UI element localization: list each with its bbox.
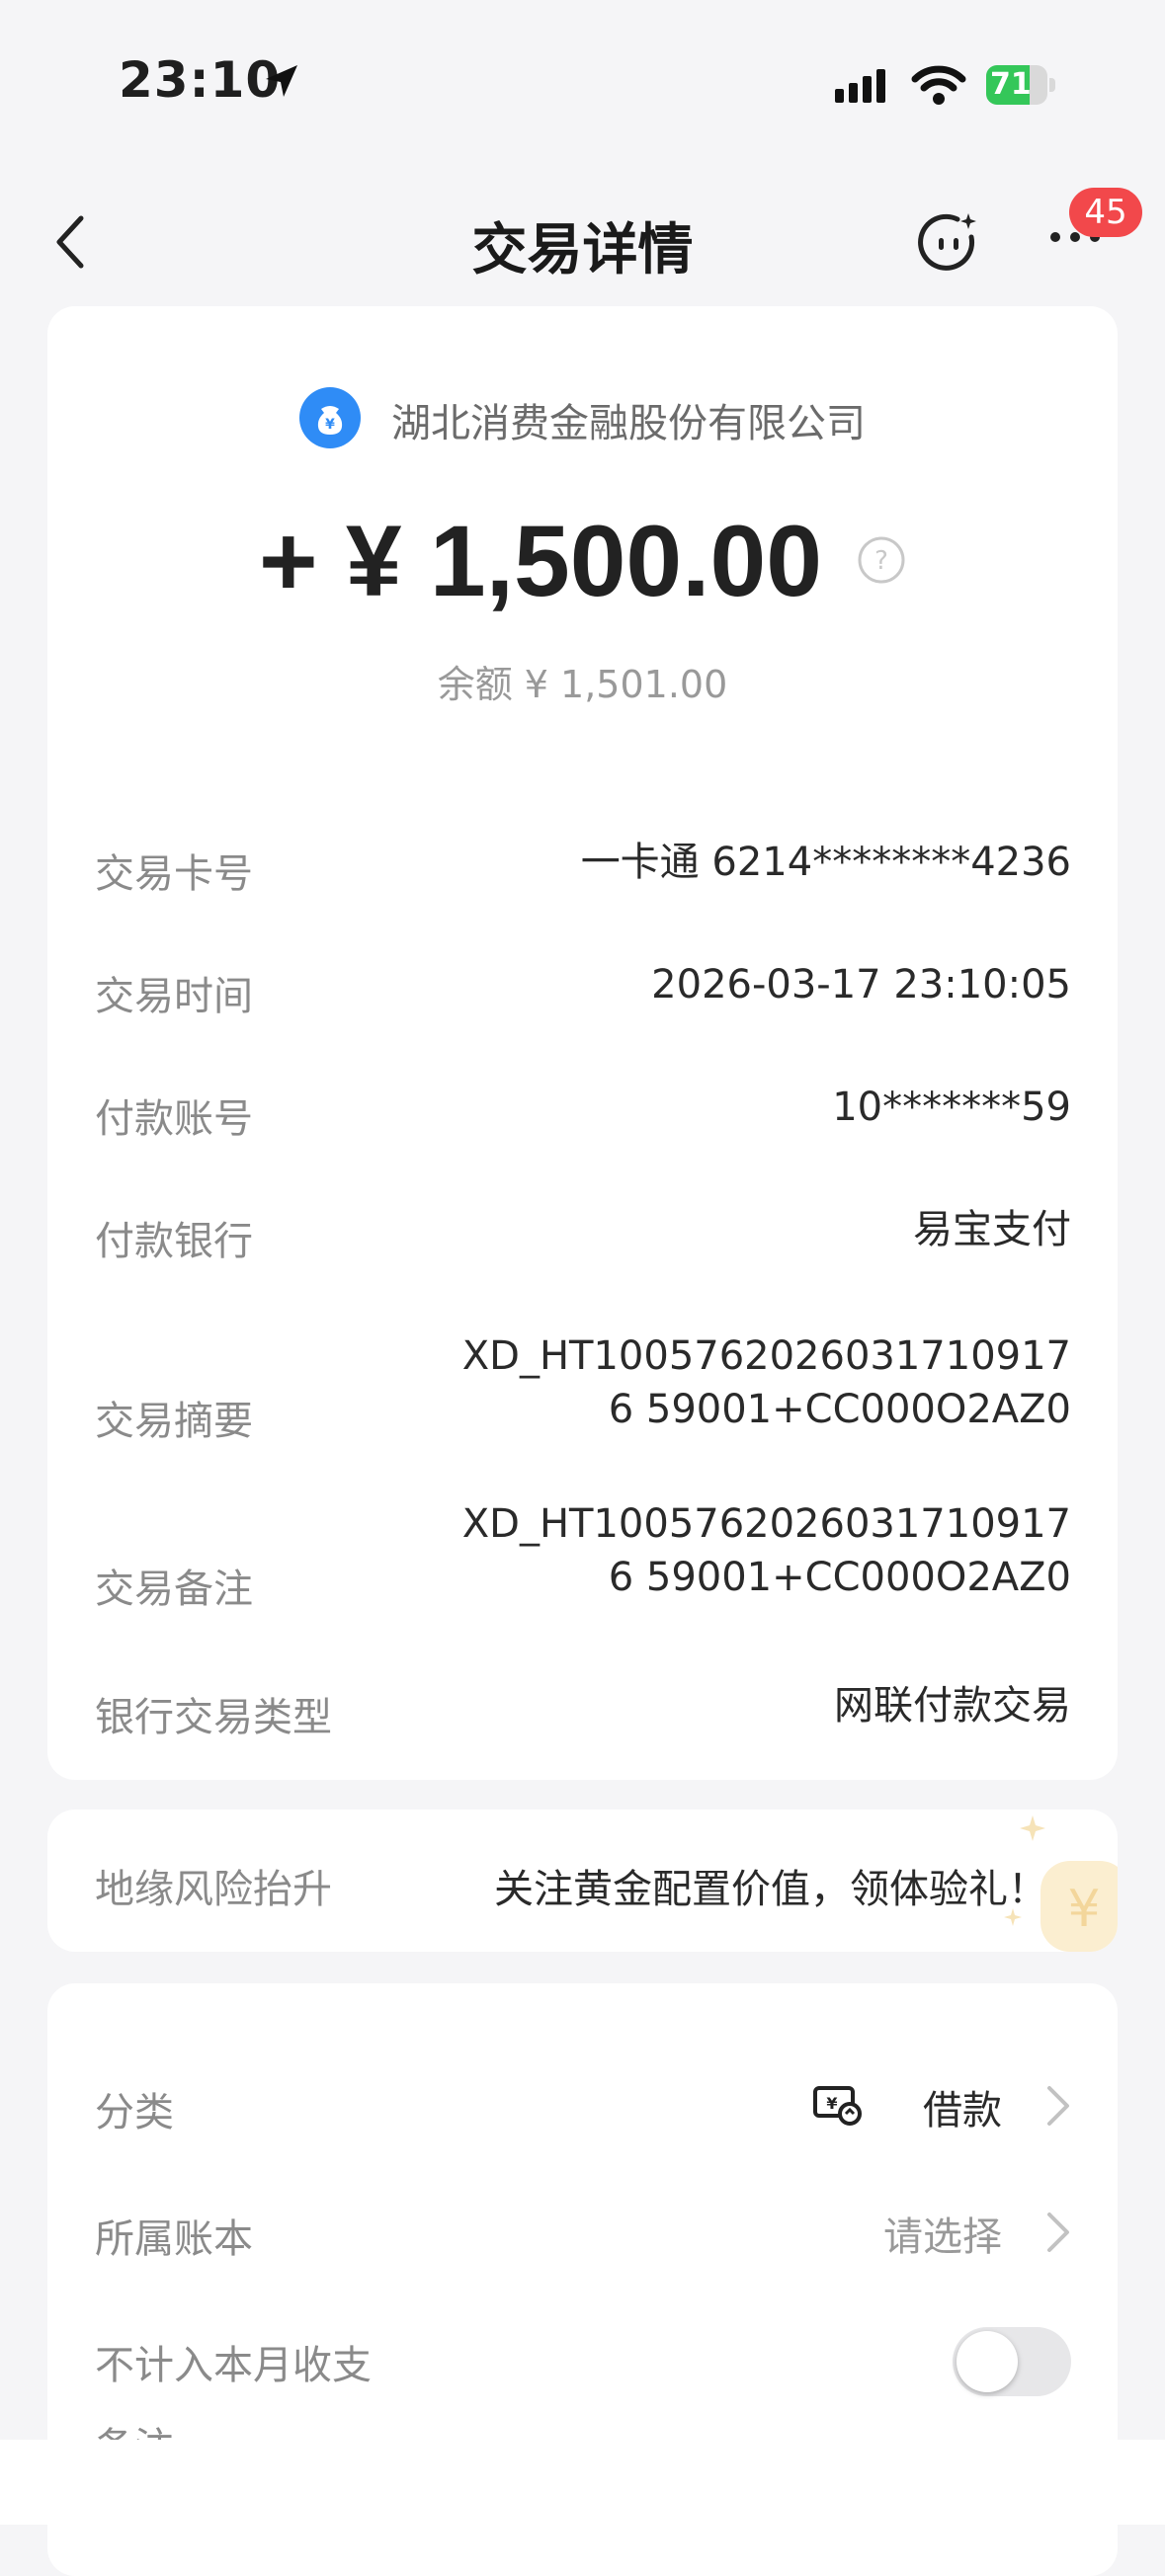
detail-value: XD_HT10057620260317109176 59001+CC000O2A… [461, 1501, 1071, 1600]
page-title: 交易详情 [471, 218, 694, 282]
exclude-month-row: 不计入本月收支 [95, 2313, 1071, 2402]
promo-label: 地缘风险抬升 [95, 1867, 332, 1912]
transaction-amount: + ¥ 1,500.00 [258, 505, 822, 617]
battery-text: 71 [990, 67, 1032, 102]
category-label: 分类 [95, 2090, 174, 2135]
promo-banner[interactable]: 地缘风险抬升 关注黄金配置价值，领体验礼！ ¥ [47, 1810, 1118, 1952]
chevron-right-icon [1045, 2084, 1071, 2132]
bottom-area [0, 2440, 1165, 2525]
signal-icon [835, 67, 894, 111]
detail-value: XD_HT10057620260317109176 59001+CC000O2A… [461, 1333, 1071, 1432]
loan-category-icon: ¥ [812, 2082, 864, 2130]
merchant-row: ¥ 湖北消费金融股份有限公司 [47, 387, 1118, 452]
assistant-icon[interactable] [914, 207, 985, 282]
help-icon[interactable]: ? [857, 535, 906, 589]
notification-badge: 45 [1069, 188, 1142, 237]
svg-text:¥: ¥ [826, 2094, 837, 2113]
money-bag-icon: ¥ [298, 387, 361, 452]
detail-value: 2026-03-17 23:10:05 [651, 962, 1071, 1007]
detail-label: 付款银行 [95, 1219, 253, 1264]
detail-value: 一卡通 6214********4236 [580, 840, 1071, 885]
detail-label: 交易摘要 [95, 1399, 253, 1444]
toggle-knob [957, 2331, 1018, 2392]
battery-icon: 71 [986, 65, 1057, 105]
chevron-right-icon [1045, 2211, 1071, 2258]
transaction-card: ¥ 湖北消费金融股份有限公司 + ¥ 1,500.00 ? 余额 ¥ 1,501… [47, 306, 1118, 1780]
nav-bar: 交易详情 45 [0, 168, 1165, 306]
exclude-month-toggle[interactable] [953, 2327, 1071, 2396]
wifi-icon [911, 63, 966, 111]
gold-coin-icon: ¥ [989, 1810, 1118, 1952]
promo-text: 关注黄金配置价值，领体验礼！ [494, 1867, 1047, 1912]
location-arrow-icon [262, 61, 301, 105]
status-time: 23:10 [119, 51, 282, 109]
svg-text:?: ? [874, 546, 888, 576]
exclude-month-label: 不计入本月收支 [95, 2343, 372, 2388]
detail-label: 银行交易类型 [95, 1695, 332, 1740]
detail-label: 交易时间 [95, 974, 253, 1019]
merchant-name: 湖北消费金融股份有限公司 [391, 401, 867, 446]
detail-label: 交易备注 [95, 1567, 253, 1612]
category-row[interactable]: 分类 ¥ 借款 [95, 2060, 1071, 2149]
amount-row: + ¥ 1,500.00 ? [47, 504, 1118, 619]
ledger-value: 请选择 [883, 2214, 1002, 2260]
detail-value: 10*******59 [832, 1085, 1071, 1130]
svg-text:¥: ¥ [325, 417, 335, 433]
detail-value: 易宝支付 [913, 1207, 1071, 1252]
ledger-row[interactable]: 所属账本 请选择 [95, 2187, 1071, 2276]
detail-value: 网联付款交易 [834, 1683, 1071, 1729]
detail-label: 交易卡号 [95, 851, 253, 897]
category-value: 借款 [923, 2088, 1002, 2133]
balance-text: 余额 ¥ 1,501.00 [437, 663, 728, 706]
detail-label: 付款账号 [95, 1096, 253, 1142]
svg-text:¥: ¥ [1067, 1880, 1100, 1939]
ledger-label: 所属账本 [95, 2216, 253, 2262]
status-bar: 23:10 71 [0, 0, 1165, 168]
